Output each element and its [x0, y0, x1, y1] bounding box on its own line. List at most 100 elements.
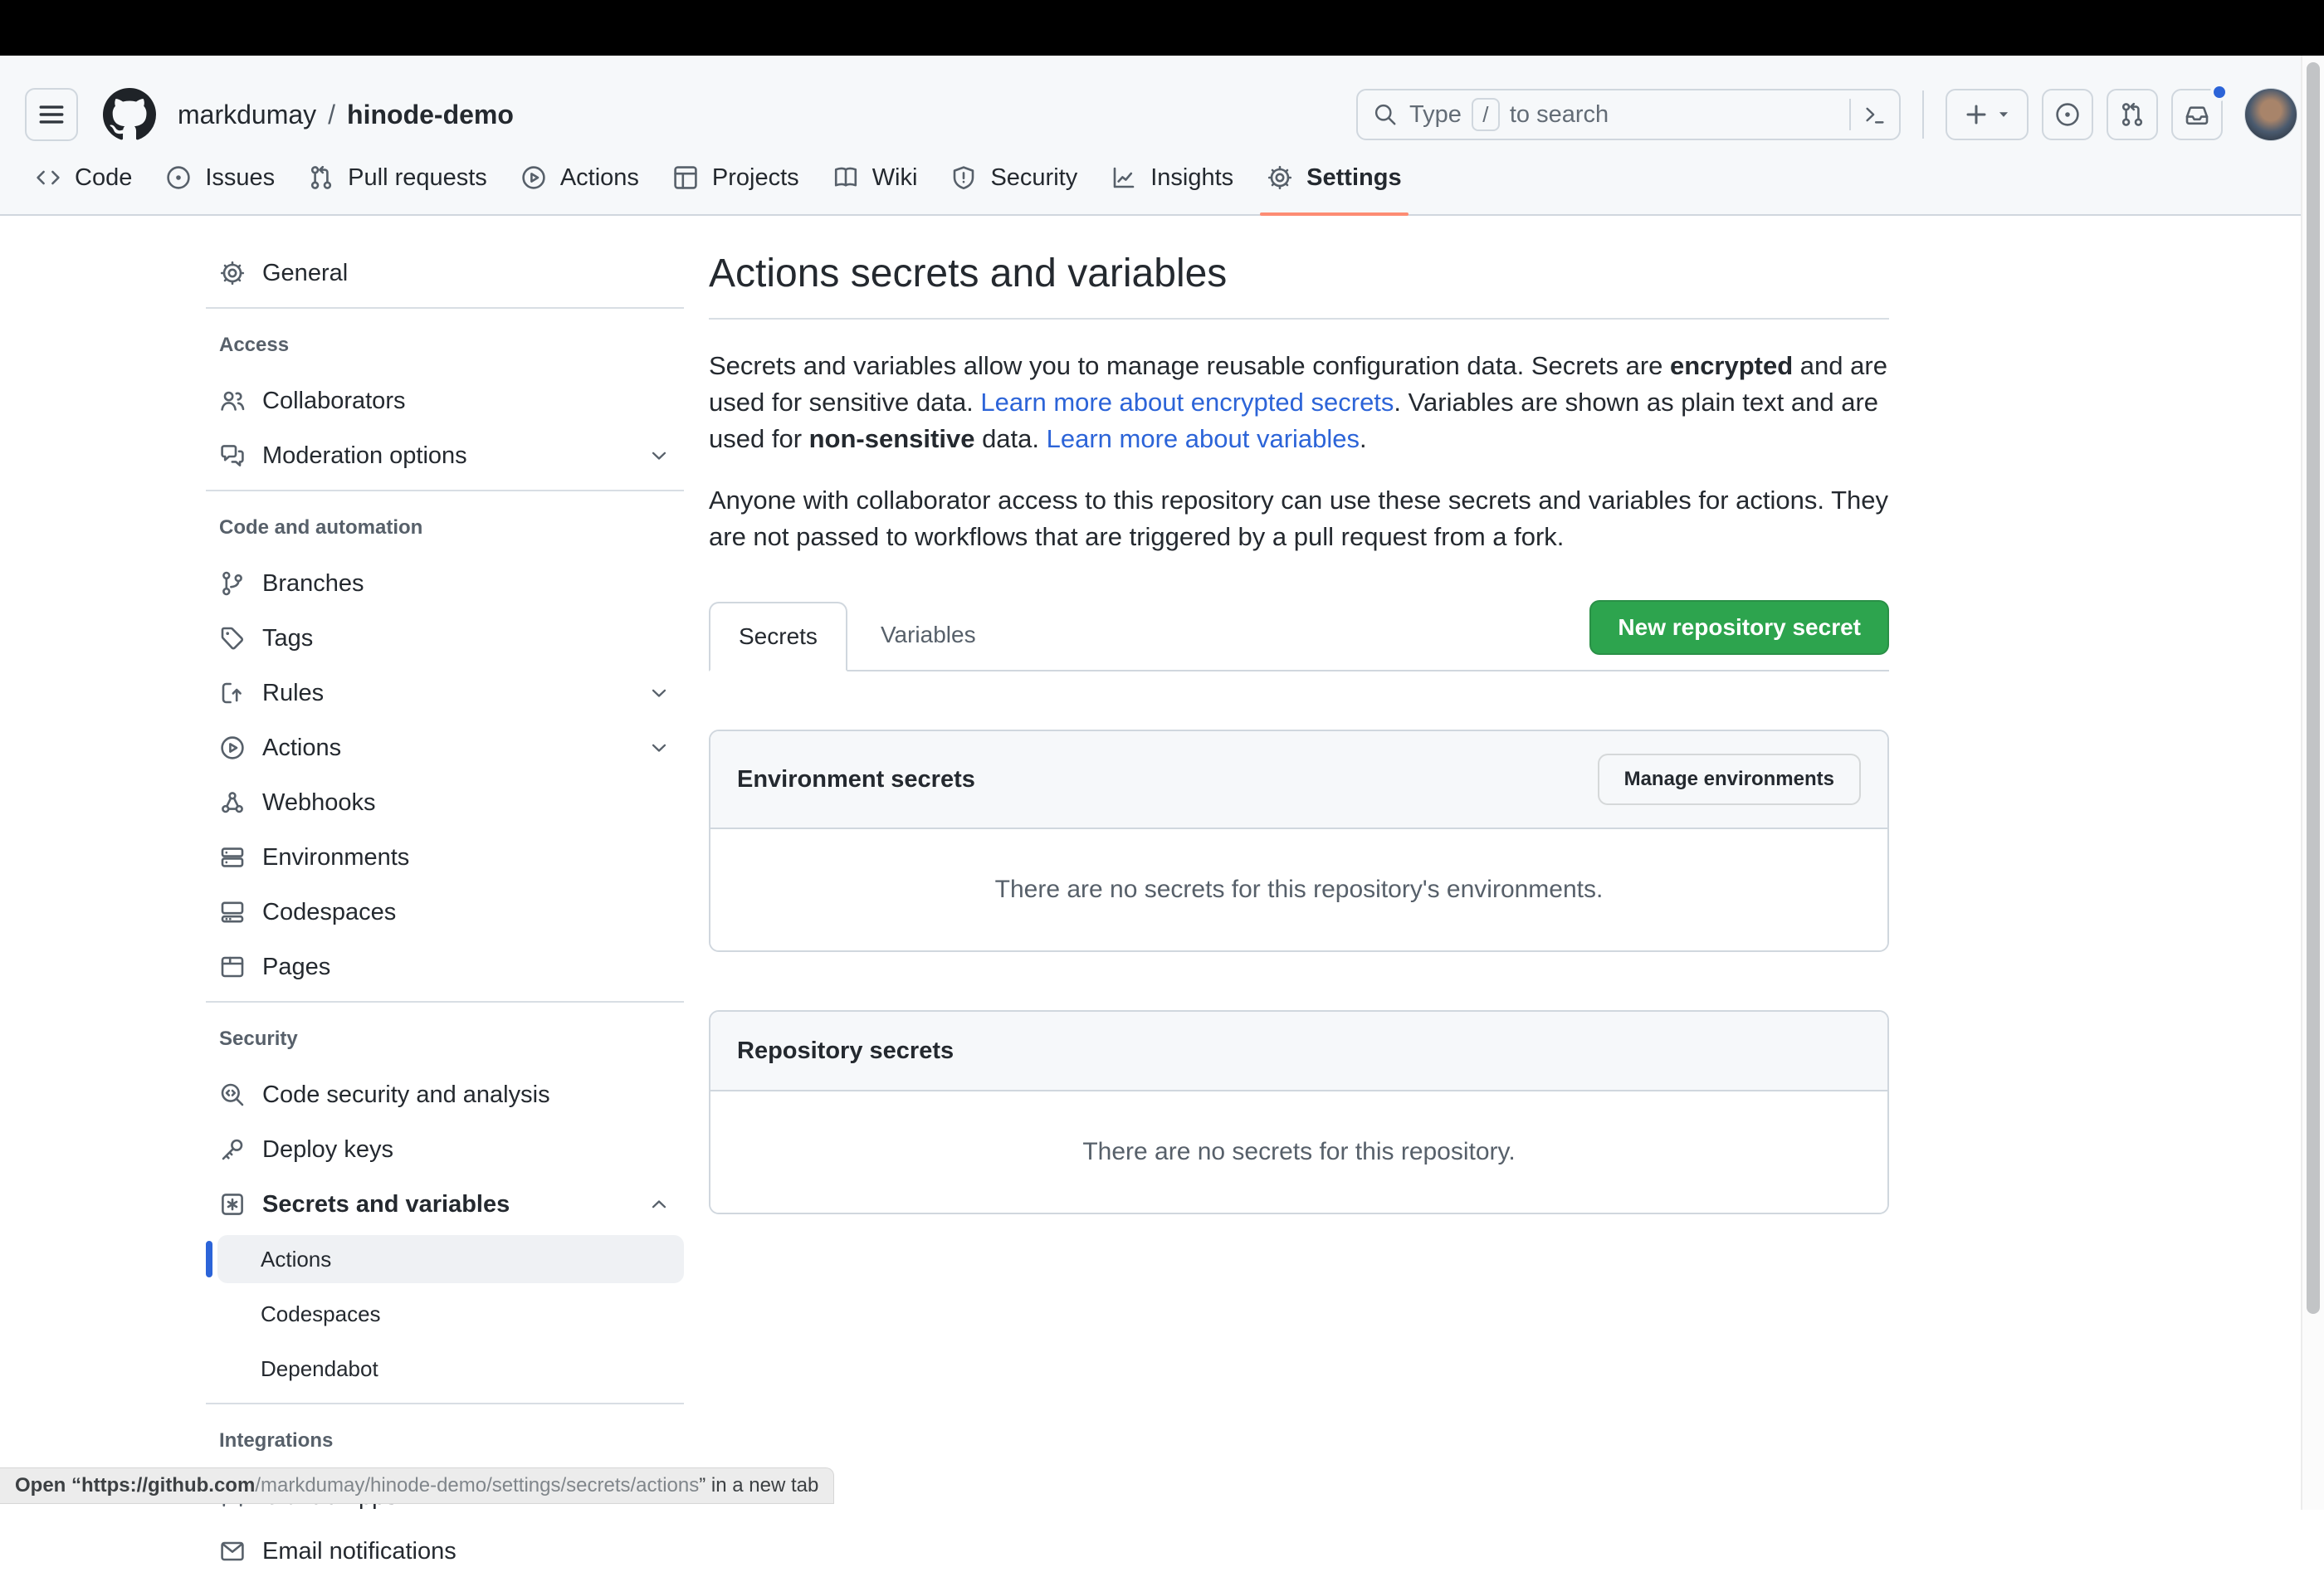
- inbox-button[interactable]: [2171, 89, 2223, 140]
- tab-wiki[interactable]: Wiki: [816, 141, 935, 214]
- tab-pull-requests[interactable]: Pull requests: [291, 141, 504, 214]
- breadcrumb: markdumay / hinode-demo: [178, 100, 514, 130]
- sidebar-item-rules[interactable]: Rules: [206, 669, 684, 717]
- scrollbar-thumb[interactable]: [2307, 62, 2320, 1314]
- search-placeholder-prefix: Type: [1409, 101, 1462, 129]
- code-icon: [35, 164, 61, 191]
- caret-down-icon: [1996, 107, 2011, 122]
- gear-icon: [219, 260, 246, 286]
- tab-insights[interactable]: Insights: [1094, 141, 1250, 214]
- search-icon: [1373, 102, 1398, 127]
- hamburger-icon: [37, 100, 66, 129]
- sidebar-item-collaborators[interactable]: Collaborators: [206, 377, 684, 425]
- comment-discussion-icon: [219, 442, 246, 469]
- people-icon: [219, 388, 246, 414]
- sidebar-subitem-codespaces[interactable]: Codespaces: [217, 1290, 684, 1338]
- search-placeholder-suffix: to search: [1510, 101, 1609, 129]
- tab-variables[interactable]: Variables: [847, 600, 1009, 670]
- manage-environments-button[interactable]: Manage environments: [1598, 754, 1861, 805]
- sidebar-item-tags[interactable]: Tags: [206, 614, 684, 662]
- sidebar-section-integrations: Integrations: [206, 1429, 684, 1453]
- sidebar-item-secrets-variables[interactable]: Secrets and variables: [206, 1180, 684, 1228]
- breadcrumb-owner[interactable]: markdumay: [178, 100, 316, 130]
- play-circle-icon: [219, 735, 246, 761]
- repository-secrets-title: Repository secrets: [737, 1038, 954, 1065]
- create-new-button[interactable]: [1946, 89, 2029, 140]
- git-pull-request-icon: [2119, 101, 2146, 128]
- breadcrumb-repo[interactable]: hinode-demo: [347, 100, 514, 130]
- chevron-up-icon: [647, 1193, 671, 1216]
- scrollbar-track[interactable]: [2301, 56, 2324, 1510]
- tab-secrets[interactable]: Secrets: [709, 602, 847, 671]
- command-palette-icon[interactable]: [1863, 102, 1887, 127]
- issue-opened-icon: [2054, 101, 2081, 128]
- tab-settings[interactable]: Settings: [1250, 141, 1418, 214]
- link-variables[interactable]: Learn more about variables: [1047, 424, 1360, 453]
- sidebar-item-email-notifications[interactable]: Email notifications: [206, 1527, 684, 1575]
- sidebar-subitem-dependabot[interactable]: Dependabot: [217, 1345, 684, 1393]
- link-encrypted-secrets[interactable]: Learn more about encrypted secrets: [980, 388, 1394, 417]
- issues-dashboard-button[interactable]: [2042, 89, 2093, 140]
- sidebar-item-pages[interactable]: Pages: [206, 943, 684, 991]
- tab-code[interactable]: Code: [18, 141, 149, 214]
- settings-sidebar: General Access Collaborators Moderation …: [206, 249, 684, 1582]
- browser-icon: [219, 954, 246, 980]
- sidebar-item-deploy-keys[interactable]: Deploy keys: [206, 1125, 684, 1174]
- window-chrome-bar: [0, 0, 2324, 56]
- breadcrumb-separator: /: [328, 100, 335, 130]
- sidebar-item-codespaces[interactable]: Codespaces: [206, 888, 684, 936]
- git-branch-icon: [219, 570, 246, 597]
- sidebar-item-moderation-options[interactable]: Moderation options: [206, 432, 684, 480]
- key-icon: [219, 1136, 246, 1163]
- sidebar-item-code-security[interactable]: Code security and analysis: [206, 1071, 684, 1119]
- repo-navigation: Code Issues Pull requests Actions Projec…: [18, 141, 1418, 214]
- graph-icon: [1111, 164, 1137, 191]
- search-input[interactable]: Type / to search: [1356, 89, 1901, 140]
- code-scan-icon: [219, 1082, 246, 1108]
- sidebar-subitem-actions[interactable]: Actions: [217, 1235, 684, 1283]
- sidebar-item-environments[interactable]: Environments: [206, 833, 684, 881]
- new-repository-secret-button[interactable]: New repository secret: [1589, 600, 1889, 655]
- project-table-icon: [672, 164, 699, 191]
- sidebar-divider: [206, 490, 684, 491]
- plus-icon: [1963, 101, 1990, 128]
- shield-icon: [950, 164, 977, 191]
- sidebar-item-webhooks[interactable]: Webhooks: [206, 779, 684, 827]
- pull-requests-dashboard-button[interactable]: [2107, 89, 2158, 140]
- page-title: Actions secrets and variables: [709, 251, 1889, 296]
- hamburger-menu-button[interactable]: [25, 88, 78, 141]
- codespaces-icon: [219, 899, 246, 925]
- secrets-variables-tabs: Secrets Variables New repository secret: [709, 598, 1889, 671]
- environment-secrets-title: Environment secrets: [737, 766, 975, 793]
- sidebar-item-actions[interactable]: Actions: [206, 724, 684, 772]
- github-header: markdumay / hinode-demo Type / to search: [0, 56, 2324, 216]
- repository-secrets-empty-text: There are no secrets for this repository…: [710, 1091, 1887, 1213]
- git-pull-request-icon: [308, 164, 334, 191]
- chevron-down-icon: [647, 736, 671, 759]
- webhook-icon: [219, 789, 246, 816]
- environment-secrets-empty-text: There are no secrets for this repository…: [710, 829, 1887, 950]
- slash-key-hint: /: [1472, 98, 1500, 131]
- github-logo-icon[interactable]: [103, 88, 156, 141]
- sidebar-section-security: Security: [206, 1028, 684, 1051]
- mail-icon: [219, 1538, 246, 1565]
- tab-issues[interactable]: Issues: [149, 141, 291, 214]
- sidebar-item-branches[interactable]: Branches: [206, 559, 684, 608]
- sidebar-divider: [206, 1403, 684, 1404]
- chevron-down-icon: [647, 681, 671, 705]
- rules-icon: [219, 680, 246, 706]
- notification-dot: [2210, 83, 2229, 101]
- sidebar-section-code-automation: Code and automation: [206, 516, 684, 540]
- tab-security[interactable]: Security: [934, 141, 1094, 214]
- tab-projects[interactable]: Projects: [656, 141, 816, 214]
- repository-secrets-box: Repository secrets There are no secrets …: [709, 1010, 1889, 1214]
- book-icon: [832, 164, 859, 191]
- inbox-icon: [2184, 101, 2210, 128]
- link-status-tooltip: Open “https://github.com/markdumay/hinod…: [0, 1467, 834, 1504]
- issue-opened-icon: [165, 164, 192, 191]
- header-divider: [1922, 90, 1924, 139]
- tab-actions[interactable]: Actions: [504, 141, 656, 214]
- user-avatar[interactable]: [2244, 88, 2297, 141]
- main-content: Actions secrets and variables Secrets an…: [709, 251, 1889, 1214]
- sidebar-item-general[interactable]: General: [206, 249, 684, 297]
